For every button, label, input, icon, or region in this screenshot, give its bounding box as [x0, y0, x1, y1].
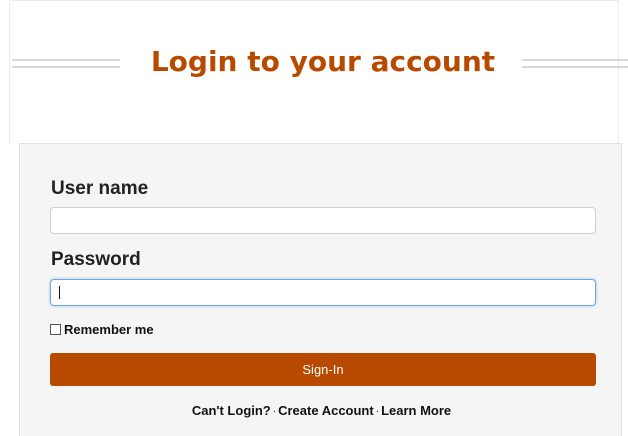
password-input[interactable]: [50, 279, 596, 306]
remember-me-label[interactable]: Remember me: [64, 322, 154, 337]
username-input[interactable]: [50, 207, 596, 234]
cant-login-link[interactable]: Can't Login?: [192, 403, 271, 418]
title-rule-left: [12, 59, 120, 68]
learn-more-link[interactable]: Learn More: [381, 403, 451, 418]
create-account-link[interactable]: Create Account: [278, 403, 374, 418]
link-separator: ·: [375, 406, 380, 417]
login-form-panel: User name Password Remember me Sign-In C…: [19, 143, 622, 436]
password-label: Password: [51, 249, 141, 270]
remember-me-checkbox[interactable]: [50, 323, 61, 335]
text-caret: [59, 286, 60, 299]
page-title: Login to your account: [150, 45, 496, 78]
title-rule-right: [522, 59, 628, 68]
link-separator: ·: [272, 406, 277, 417]
frame-border-top: [9, 0, 619, 1]
title-row: Login to your account: [12, 42, 628, 82]
username-label: User name: [51, 178, 149, 199]
help-links: Can't Login? · Create Account · Learn More: [20, 403, 623, 418]
login-page: Login to your account User name Password…: [0, 0, 628, 436]
signin-button[interactable]: Sign-In: [50, 353, 596, 386]
frame-border-left: [9, 0, 10, 144]
remember-me-row[interactable]: Remember me: [50, 321, 154, 337]
